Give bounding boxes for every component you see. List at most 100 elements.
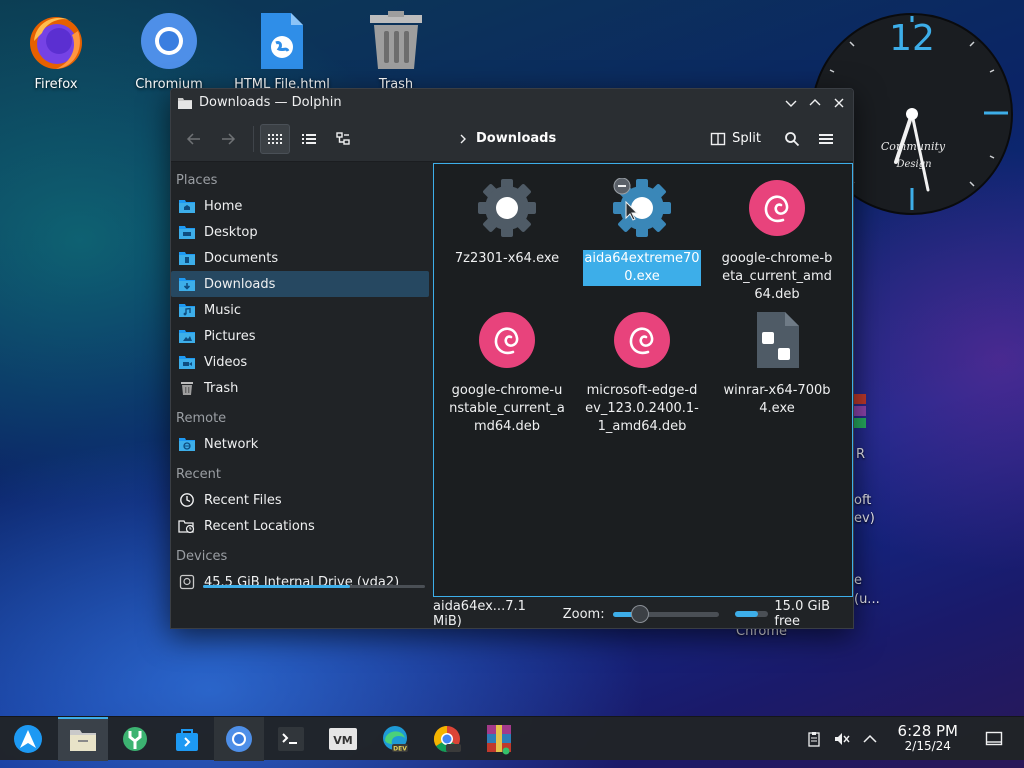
sidebar-item-videos[interactable]: Videos (171, 349, 429, 375)
icons-view-button[interactable] (260, 123, 290, 154)
gear-icon (612, 178, 672, 238)
debian-icon (612, 310, 672, 370)
chevron-down-icon (785, 100, 797, 107)
sidebar-item-label: Music (204, 302, 241, 318)
winrar-desktop-icon[interactable] (854, 394, 866, 434)
system-tray: 6:28 PM 2/15/24 (800, 717, 1024, 761)
dolphin-app-icon (70, 729, 96, 751)
trash-icon (178, 380, 196, 396)
hamburger-menu-button[interactable] (811, 124, 841, 154)
sidebar-item-network[interactable]: Network (171, 431, 429, 457)
details-view-button[interactable] (294, 124, 324, 154)
digital-clock[interactable]: 6:28 PM 2/15/24 (898, 724, 958, 754)
desktop-icon-html-file[interactable]: HTML File.html (232, 10, 332, 92)
videos-folder-icon (178, 354, 196, 370)
volume-tray-button[interactable] (828, 731, 856, 747)
dolphin-app-icon (178, 97, 192, 109)
selection-info: aida64ex...7.1 MiB) (433, 599, 526, 629)
split-button[interactable]: Split (704, 124, 767, 154)
sidebar-item-music[interactable]: Music (171, 297, 429, 323)
zoom-slider[interactable] (612, 604, 720, 624)
svg-text:VM: VM (333, 734, 352, 747)
split-label: Split (732, 131, 761, 146)
file-name: google-chrome-unstable_current_amd64.deb (449, 383, 565, 434)
maximize-button[interactable] (803, 91, 827, 115)
sidebar-item-recent-files[interactable]: Recent Files (171, 487, 429, 513)
forward-button[interactable] (213, 124, 243, 154)
show-hidden-tray-button[interactable] (856, 734, 884, 744)
taskbar-virt-manager[interactable]: VM (318, 717, 368, 761)
arch-logo-icon (14, 724, 42, 753)
sidebar-item-label: Pictures (204, 328, 256, 344)
sidebar-item-documents[interactable]: Documents (171, 245, 429, 271)
grid-view-icon (268, 133, 282, 144)
sidebar-item-downloads[interactable]: Downloads (171, 271, 429, 297)
zoom-slider-handle[interactable] (631, 605, 650, 623)
sidebar-item-pictures[interactable]: Pictures (171, 323, 429, 349)
clipboard-tray-button[interactable] (800, 731, 828, 747)
clock-time: 6:28 PM (897, 722, 958, 740)
window-titlebar[interactable]: Downloads — Dolphin (171, 89, 853, 116)
desktop-icon-trash[interactable]: Trash (346, 10, 446, 92)
desktop-label-fragment: (u... (854, 592, 880, 607)
application-launcher[interactable] (0, 717, 56, 761)
places-section-title: Places (176, 172, 218, 188)
virtual-machine-icon: VM (329, 727, 357, 750)
sidebar-item-home[interactable]: Home (171, 193, 429, 219)
taskbar-dolphin[interactable] (58, 716, 108, 761)
toolbar-separator (253, 125, 254, 152)
edge-dev-icon: DEV (383, 725, 408, 752)
arrow-left-icon (186, 132, 200, 145)
wrench-gear-icon (123, 726, 147, 751)
chevron-right-icon (460, 134, 466, 143)
file-item[interactable]: 7z2301-x64.exe (446, 178, 568, 268)
search-icon (785, 131, 800, 146)
sidebar-item-trash[interactable]: Trash (171, 375, 429, 401)
clock-date: 2/15/24 (904, 739, 951, 753)
chevron-up-icon (863, 734, 877, 743)
sidebar-item-label: Network (204, 436, 259, 452)
file-item-selected[interactable]: aida64extreme700.exe (581, 178, 703, 286)
minimize-button[interactable] (779, 91, 803, 115)
desktop-icon-firefox[interactable]: Firefox (6, 10, 106, 92)
desktop-icon-label: Firefox (34, 77, 78, 92)
taskbar-discover[interactable] (162, 717, 212, 761)
taskbar-winrar[interactable] (474, 717, 524, 761)
chromium-icon (139, 10, 199, 72)
search-button[interactable] (777, 124, 807, 154)
taskbar-chrome-dev[interactable] (422, 717, 472, 761)
desktop-label-fragment: ev) (854, 511, 875, 526)
dolphin-window[interactable]: Downloads — Dolphin Downloads Split Plac… (170, 88, 854, 629)
pictures-folder-icon (178, 328, 196, 344)
clock-icon (178, 492, 196, 508)
sidebar-item-label: Documents (204, 250, 279, 266)
winrar-icon (487, 724, 511, 754)
file-item[interactable]: google-chrome-beta_current_amd64.deb (716, 178, 838, 304)
taskbar-chromium[interactable] (214, 716, 264, 761)
sidebar-item-label: Home (204, 198, 243, 214)
file-item[interactable]: microsoft-edge-dev_123.0.2400.1-1_amd64.… (581, 310, 703, 436)
desktop-label-fragment: e (854, 573, 862, 588)
tree-view-button[interactable] (328, 124, 358, 154)
chromium-icon (226, 725, 252, 752)
sidebar-item-internal-drive[interactable]: 45.5 GiB Internal Drive (vda2) (171, 569, 429, 595)
breadcrumb[interactable]: Downloads (458, 131, 704, 146)
sidebar-item-recent-locations[interactable]: Recent Locations (171, 513, 429, 539)
file-view[interactable]: 7z2301-x64.exe aida64extreme700.exe goog… (433, 163, 853, 597)
chrome-dev-icon (433, 725, 461, 752)
trash-icon (366, 10, 426, 72)
taskbar-edge-dev[interactable]: DEV (370, 717, 420, 761)
taskbar-konsole[interactable] (266, 717, 316, 761)
back-button[interactable] (179, 124, 209, 154)
close-button[interactable] (827, 91, 851, 115)
taskbar-system-settings[interactable] (110, 717, 160, 761)
file-item[interactable]: google-chrome-unstable_current_amd64.deb (446, 310, 568, 436)
desktop-icon-chromium[interactable]: Chromium (119, 10, 219, 92)
drive-icon (178, 574, 196, 590)
breadcrumb-current[interactable]: Downloads (476, 131, 556, 146)
generic-file-icon (747, 310, 807, 370)
show-desktop-button[interactable] (980, 731, 1008, 747)
clock-brand-text: Design (895, 159, 931, 170)
file-item[interactable]: winrar-x64-700b4.exe (716, 310, 838, 418)
sidebar-item-desktop[interactable]: Desktop (171, 219, 429, 245)
